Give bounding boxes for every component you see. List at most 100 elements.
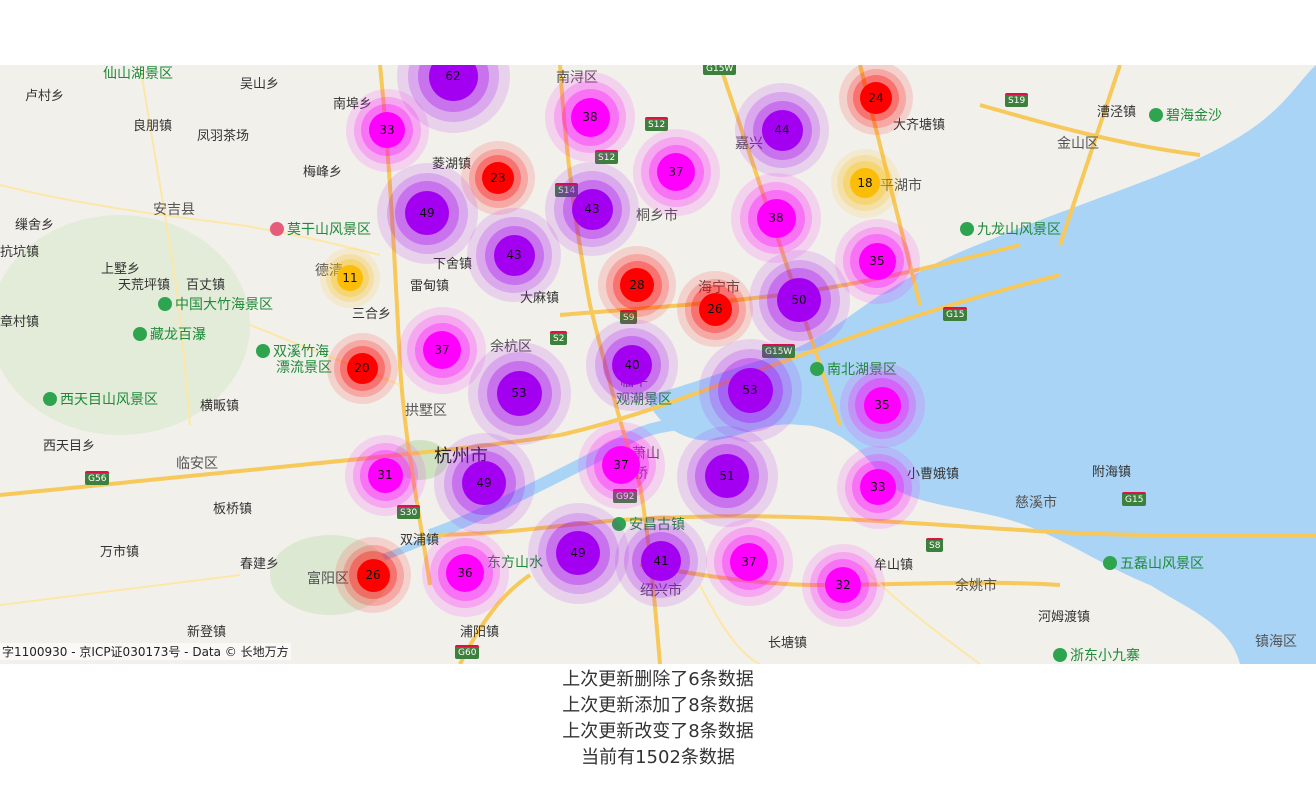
cluster-count[interactable]: 51 (705, 454, 749, 498)
cluster-count[interactable]: 31 (367, 457, 403, 493)
cluster-count[interactable]: 37 (423, 331, 461, 369)
town-label: 良朋镇 (133, 119, 173, 134)
scenic-label-text: 九龙山风景区 (977, 222, 1061, 238)
scenic-label: 藏龙百瀑 (133, 324, 206, 344)
scenic-label-text: 五磊山风景区 (1120, 556, 1204, 572)
cluster-count[interactable]: 41 (641, 541, 681, 581)
town-label: 河姆渡镇 (1038, 610, 1091, 625)
town-label: 卢村乡 (25, 89, 65, 104)
cluster-count[interactable]: 26 (356, 558, 390, 592)
town-label: 春建乡 (240, 557, 280, 572)
cluster-count[interactable]: 37 (602, 446, 640, 484)
scenic-label-text: 浙东小九寨 (1070, 648, 1140, 664)
cluster-count[interactable]: 40 (612, 345, 652, 385)
highway-shield: G56 (85, 471, 110, 485)
scenic-label: 五磊山风景区 (1103, 553, 1204, 573)
cluster-count[interactable]: 36 (446, 554, 484, 592)
cluster-count[interactable]: 53 (496, 370, 542, 416)
place-label: 临安区 (176, 456, 218, 472)
cluster-count[interactable]: 28 (620, 268, 654, 302)
cluster-count[interactable]: 26 (698, 292, 732, 326)
scenic-pin-icon (1053, 648, 1067, 662)
cluster-count[interactable]: 49 (462, 461, 506, 505)
highway-shield: S19 (1005, 93, 1029, 107)
place-label: 安吉县 (153, 202, 195, 218)
scenic-label-text: 藏龙百瀑 (150, 327, 206, 343)
scenic-pin-icon (960, 222, 974, 236)
town-label: 梅峰乡 (303, 165, 343, 180)
town-label: 西天目乡 (43, 439, 96, 454)
cluster-count[interactable]: 44 (761, 109, 803, 151)
town-label: 万市镇 (100, 545, 140, 560)
town-label: 漕泾镇 (1097, 105, 1137, 120)
cluster-count[interactable]: 35 (863, 386, 901, 424)
town-label: 横畈镇 (200, 399, 240, 414)
update-status: 上次更新删除了6条数据 上次更新添加了8条数据 上次更新改变了8条数据 当前有1… (0, 667, 1316, 771)
scenic-label-text: 中国大竹海景区 (175, 297, 273, 313)
cluster-count[interactable]: 33 (860, 469, 896, 505)
highway-shield: S12 (645, 117, 669, 131)
town-label: 章村镇 (0, 315, 40, 330)
map-copyright: 字1100930 - 京ICP证030173号 - Data © 长地万方 (0, 643, 291, 660)
cluster-count[interactable]: 53 (727, 367, 773, 413)
total-count-text: 当前有1502条数据 (581, 747, 735, 768)
scenic-label: 漂流景区 (276, 357, 332, 377)
cluster-count[interactable]: 23 (482, 162, 514, 194)
map-view[interactable]: 杭州市 余杭区 临平 拱墅区 临安区 富阳区 桐乡市 嘉兴 海宁市 平湖市 绍兴… (0, 65, 1316, 664)
town-label: 凤羽茶场 (197, 129, 250, 144)
town-label: 长塘镇 (768, 636, 808, 651)
cluster-count[interactable]: 37 (730, 543, 768, 581)
scenic-label: 莫干山风景区 (270, 219, 371, 239)
scenic-pin-icon (270, 222, 284, 236)
cluster-count[interactable]: 38 (756, 198, 796, 238)
scenic-pin-icon (43, 392, 57, 406)
scenic-pin-icon (810, 362, 824, 376)
highway-shield: G15W (703, 65, 737, 75)
cluster-count[interactable]: 49 (405, 191, 449, 235)
cluster-count[interactable]: 49 (556, 531, 600, 575)
scenic-pin-icon (133, 327, 147, 341)
town-label: 板桥镇 (213, 502, 253, 517)
added-count-text: 上次更新添加了8条数据 (562, 695, 754, 716)
changed-count-text: 上次更新改变了8条数据 (562, 721, 754, 742)
town-label: 吴山乡 (240, 77, 280, 92)
scenic-label: 浙东小九寨 (1053, 645, 1140, 664)
town-label: 百丈镇 (186, 278, 226, 293)
cluster-count[interactable]: 18 (850, 168, 880, 198)
place-label: 拱墅区 (405, 403, 447, 419)
scenic-label: 西天目山风景区 (43, 389, 158, 409)
cluster-count[interactable]: 11 (337, 265, 363, 291)
place-label: 余姚市 (955, 578, 997, 594)
town-label: 抗坑镇 (0, 245, 40, 260)
scenic-label-text: 西天目山风景区 (60, 392, 158, 408)
town-label: 天荒坪镇 (118, 278, 171, 293)
town-label: 浦阳镇 (460, 625, 500, 640)
scenic-label-text: 仙山湖景区 (103, 66, 173, 82)
cluster-count[interactable]: 38 (570, 97, 610, 137)
highway-shield: S2 (550, 331, 568, 345)
cluster-count[interactable]: 24 (860, 82, 892, 114)
cluster-count[interactable]: 35 (858, 242, 896, 280)
town-label: 新登镇 (187, 625, 227, 640)
town-label: 雷甸镇 (410, 279, 450, 294)
place-label: 慈溪市 (1015, 495, 1057, 511)
highway-shield: G60 (455, 645, 480, 659)
cluster-count[interactable]: 43 (493, 234, 535, 276)
town-label: 缫舍乡 (15, 218, 55, 233)
town-label: 附海镇 (1092, 465, 1132, 480)
scenic-pin-icon (158, 297, 172, 311)
cluster-count[interactable]: 33 (369, 112, 405, 148)
cluster-count[interactable]: 37 (657, 153, 695, 191)
scenic-label-text: 莫干山风景区 (287, 222, 371, 238)
scenic-label-text: 漂流景区 (276, 360, 332, 376)
cluster-count[interactable]: 50 (777, 278, 821, 322)
deleted-count-text: 上次更新删除了6条数据 (562, 669, 754, 690)
cluster-count[interactable]: 43 (571, 188, 613, 230)
scenic-pin-icon (256, 344, 270, 358)
highway-shield: G15 (943, 307, 968, 321)
scenic-label-text: 碧海金沙 (1166, 108, 1222, 124)
cluster-count[interactable]: 32 (825, 567, 861, 603)
scenic-pin-icon (1103, 556, 1117, 570)
cluster-count[interactable]: 20 (346, 352, 378, 384)
scenic-label: 九龙山风景区 (960, 219, 1061, 239)
